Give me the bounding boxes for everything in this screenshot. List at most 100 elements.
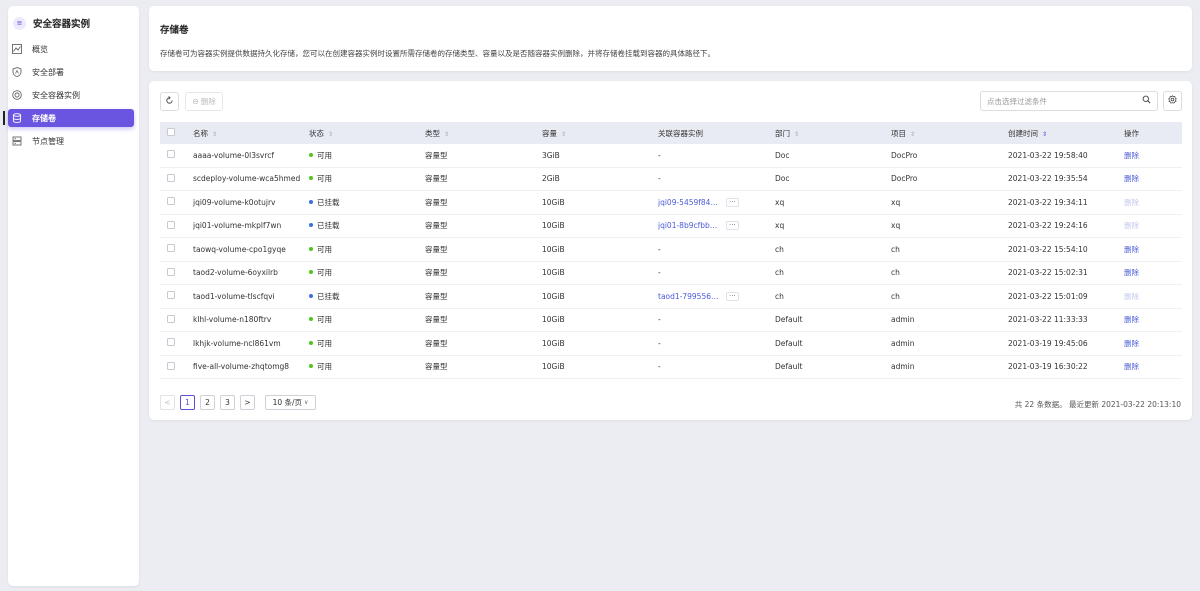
sidebar-item-volumes[interactable]: 存储卷 <box>8 109 134 127</box>
sidebar-item-container-instances[interactable]: 安全容器实例 <box>8 86 134 104</box>
search-input[interactable] <box>987 96 1142 106</box>
sidebar-item-overview[interactable]: 概览 <box>8 40 134 58</box>
filter-search-box[interactable] <box>980 91 1158 111</box>
project-cell: admin <box>891 315 915 325</box>
column-header-dept[interactable]: 部门 ⇕ <box>775 128 891 139</box>
volume-name: taod2-volume-6oyxilrb <box>193 268 278 278</box>
search-icon[interactable] <box>1142 95 1151 107</box>
status-cell: 可用 <box>309 173 425 184</box>
type-cell: 容量型 <box>425 268 448 278</box>
more-instances-button[interactable]: ··· <box>726 197 739 207</box>
instance-cell: - <box>658 151 775 160</box>
created-cell: 2021-03-22 15:54:10 <box>1008 244 1088 254</box>
row-checkbox[interactable] <box>167 361 175 370</box>
column-header-project[interactable]: 项目 ⇕ <box>891 128 1008 139</box>
table-row[interactable]: five-all-volume-zhqtomg8 可用 容量型 10GiB - Defau… <box>160 356 1182 379</box>
sort-icon[interactable]: ⇕ <box>794 131 799 138</box>
refresh-button[interactable] <box>160 92 179 111</box>
volume-name: jqi01-volume-mkplf7wn <box>193 221 282 231</box>
linked-instance-text: - <box>658 244 661 254</box>
created-cell: 2021-03-22 19:35:54 <box>1008 174 1088 184</box>
sidebar-item-secure-deploy[interactable]: 安全部署 <box>8 63 134 81</box>
capacity-cell: 10GiB <box>542 315 565 325</box>
sort-icon[interactable]: ⇕ <box>561 131 566 138</box>
sidebar-header: ≡ 安全容器实例 <box>8 6 139 40</box>
status-dot <box>309 364 313 369</box>
sort-icon[interactable]: ⇕ <box>212 131 217 138</box>
next-page-button[interactable]: > <box>240 395 255 410</box>
table-row[interactable]: taod2-volume-6oyxilrb 可用 容量型 10GiB - ch ch 2021… <box>160 262 1182 285</box>
column-header-type[interactable]: 类型 ⇕ <box>425 128 542 139</box>
table-row[interactable]: taod1-volume-tlscfqvi 已挂载 容量型 10GiB taod1-79… <box>160 285 1182 309</box>
status-dot <box>309 293 313 298</box>
row-checkbox[interactable] <box>167 220 175 229</box>
status-dot <box>309 270 313 275</box>
sort-icon[interactable]: ⇕ <box>328 131 333 138</box>
page-size-select[interactable]: 10 条/页 ∨ <box>265 395 316 410</box>
linked-instance-link[interactable]: jqi09-5459f84db... <box>658 198 720 207</box>
row-checkbox[interactable] <box>167 244 175 253</box>
row-checkbox[interactable] <box>167 150 175 159</box>
row-checkbox[interactable] <box>167 314 175 323</box>
sort-icon[interactable]: ⇕ <box>910 131 915 138</box>
table-row[interactable]: aaaa-volume-0l3svrcf 可用 容量型 3GiB - Doc DocPro 2… <box>160 144 1182 168</box>
project-cell: DocPro <box>891 150 918 160</box>
more-instances-button[interactable]: ··· <box>726 221 739 231</box>
delete-row-link[interactable]: 删除 <box>1124 315 1139 324</box>
delete-button[interactable]: ⊖ 删除 <box>185 92 223 111</box>
instance-cell: jqi09-5459f84db... ··· <box>658 197 775 207</box>
volume-name: taowq-volume-cpo1gyqe <box>193 244 286 254</box>
status-cell: 可用 <box>309 361 425 372</box>
page-button-2[interactable]: 2 <box>200 395 215 410</box>
status-text: 可用 <box>317 362 332 372</box>
settings-button[interactable] <box>1163 91 1182 111</box>
row-checkbox[interactable] <box>167 173 175 182</box>
table-row[interactable]: jqi01-volume-mkplf7wn 已挂载 容量型 10GiB jqi01-8b… <box>160 215 1182 238</box>
column-header-status[interactable]: 状态 ⇕ <box>309 128 425 139</box>
table-row[interactable]: jqi09-volume-k0otujrv 已挂载 容量型 10GiB jqi09-54… <box>160 191 1182 215</box>
column-header-created[interactable]: 创建时间 ⇕ <box>1008 128 1124 139</box>
table-row[interactable]: lkhjk-volume-ncl861vm 可用 容量型 10GiB - Default a… <box>160 332 1182 356</box>
delete-row-link[interactable]: 删除 <box>1124 151 1139 160</box>
row-checkbox[interactable] <box>167 197 175 206</box>
delete-row-link[interactable]: 删除 <box>1124 362 1139 371</box>
project-cell: xq <box>891 221 901 231</box>
type-cell: 容量型 <box>425 315 448 325</box>
linked-instance-link[interactable]: taod1-79955668... <box>658 292 720 301</box>
project-cell: admin <box>891 362 915 372</box>
sort-icon[interactable]: ⇕ <box>444 131 449 138</box>
status-dot <box>309 223 313 228</box>
delete-row-link[interactable]: 删除 <box>1124 245 1139 254</box>
dept-cell: ch <box>775 291 784 301</box>
table-row[interactable]: taowq-volume-cpo1gyqe 可用 容量型 10GiB - ch ch 2021… <box>160 238 1182 262</box>
sidebar-item-nodes[interactable]: 节点管理 <box>8 132 134 150</box>
column-header-capacity[interactable]: 容量 ⇕ <box>542 128 658 139</box>
row-checkbox[interactable] <box>167 291 175 300</box>
sort-desc-icon[interactable]: ⇕ <box>1042 131 1047 138</box>
menu-icon[interactable]: ≡ <box>13 16 26 30</box>
page-button-1[interactable]: 1 <box>180 395 195 410</box>
column-header-name[interactable]: 名称 ⇕ <box>193 128 309 139</box>
row-checkbox[interactable] <box>167 267 175 276</box>
delete-row-link[interactable]: 删除 <box>1124 292 1139 301</box>
more-instances-button[interactable]: ··· <box>726 291 739 301</box>
created-cell: 2021-03-22 11:33:33 <box>1008 315 1088 325</box>
delete-row-link[interactable]: 删除 <box>1124 268 1139 277</box>
delete-row-link[interactable]: 删除 <box>1124 221 1139 230</box>
table-body: aaaa-volume-0l3svrcf 可用 容量型 3GiB - Doc DocPro 2… <box>160 144 1182 379</box>
column-header-instance[interactable]: 关联容器实例 <box>658 128 775 139</box>
page-button-3[interactable]: 3 <box>220 395 235 410</box>
row-checkbox[interactable] <box>167 338 175 347</box>
type-cell: 容量型 <box>425 244 448 254</box>
linked-instance-link[interactable]: jqi01-8b9cfbb66... <box>658 221 720 230</box>
capacity-cell: 2GiB <box>542 174 560 184</box>
table-row[interactable]: scdeploy-volume-wca5hmed 可用 容量型 2GiB - Doc Doc… <box>160 168 1182 191</box>
volume-name: aaaa-volume-0l3svrcf <box>193 150 275 160</box>
table-row[interactable]: klhl-volume-n180ftrv 可用 容量型 10GiB - Default ad… <box>160 309 1182 332</box>
status-dot <box>309 199 313 204</box>
delete-row-link[interactable]: 删除 <box>1124 339 1139 348</box>
select-all-checkbox[interactable] <box>167 128 175 136</box>
prev-page-button[interactable]: < <box>160 395 175 410</box>
delete-row-link[interactable]: 删除 <box>1124 198 1139 207</box>
delete-row-link[interactable]: 删除 <box>1124 174 1139 183</box>
